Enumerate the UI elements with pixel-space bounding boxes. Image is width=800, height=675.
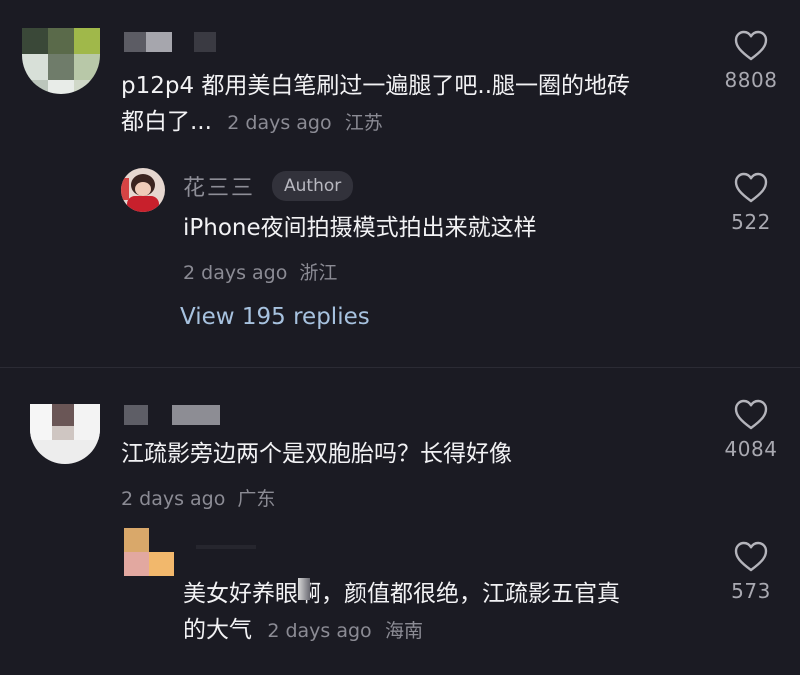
comment2-time: 2 days ago: [121, 488, 226, 510]
comment1-location: 江苏: [344, 112, 383, 134]
view-replies-link[interactable]: View 195 replies: [180, 304, 370, 330]
emoji-censored: [298, 578, 310, 600]
comment1-avatar[interactable]: [22, 28, 100, 94]
heart-outline-icon[interactable]: [734, 541, 768, 573]
comment1-like[interactable]: 8808: [711, 30, 791, 92]
reply1-location: 浙江: [299, 262, 338, 284]
reply1-text: iPhone夜间拍摄模式拍出来就这样: [183, 215, 537, 241]
reply1-time: 2 days ago: [183, 262, 288, 284]
reply1-meta: 2 days ago 浙江: [183, 258, 337, 285]
comment1-text-tail: 都白了...: [121, 109, 212, 135]
comment1-username-censored[interactable]: [124, 32, 216, 52]
comment2-text: 江疏影旁边两个是双胞胎吗？长得好像: [121, 441, 512, 467]
reply1-username[interactable]: 花三三: [183, 170, 255, 202]
reply2-text: 美女好养眼啊，颜值都很绝，江疏影五官真 的大气 2 days ago 海南: [183, 576, 703, 649]
reply2-text-line1: 美女好养眼啊，颜值都很绝，江疏影五官真: [183, 581, 620, 607]
comment1-text-line1: p12p4 都用美白笔刷过一遍腿了吧..腿一圈的地砖: [121, 73, 631, 99]
reply2-location: 海南: [384, 620, 423, 642]
reply2-text-line2: 的大气 2 days ago 海南: [183, 612, 703, 649]
comment2-location: 广东: [237, 488, 276, 510]
comment2-avatar[interactable]: [30, 404, 100, 464]
divider: [0, 367, 800, 368]
author-badge: Author: [272, 171, 354, 201]
reply2-username-censored[interactable]: [196, 545, 256, 549]
heart-outline-icon[interactable]: [734, 399, 768, 431]
comment2-like-count: 4084: [724, 437, 778, 461]
reply2-time: 2 days ago: [267, 620, 372, 642]
comment2-username-censored[interactable]: [124, 405, 220, 425]
comment2-like[interactable]: 4084: [711, 399, 791, 461]
comment1-text: p12p4 都用美白笔刷过一遍腿了吧..腿一圈的地砖 都白了... 2 days…: [121, 68, 721, 141]
comment1-text-line2: 都白了... 2 days ago 江苏: [121, 104, 721, 141]
reply1-like[interactable]: 522: [711, 172, 791, 234]
comment2-meta: 2 days ago 广东: [121, 484, 275, 511]
comment1-time: 2 days ago: [227, 112, 332, 134]
reply2-like[interactable]: 573: [711, 541, 791, 603]
reply2-avatar[interactable]: [124, 528, 174, 576]
reply1-like-count: 522: [731, 210, 771, 234]
reply1-avatar[interactable]: [121, 168, 165, 212]
heart-outline-icon[interactable]: [734, 30, 768, 62]
reply2-like-count: 573: [731, 579, 771, 603]
reply2-text-tail: 的大气: [183, 617, 252, 643]
comment1-like-count: 8808: [724, 68, 778, 92]
heart-outline-icon[interactable]: [734, 172, 768, 204]
